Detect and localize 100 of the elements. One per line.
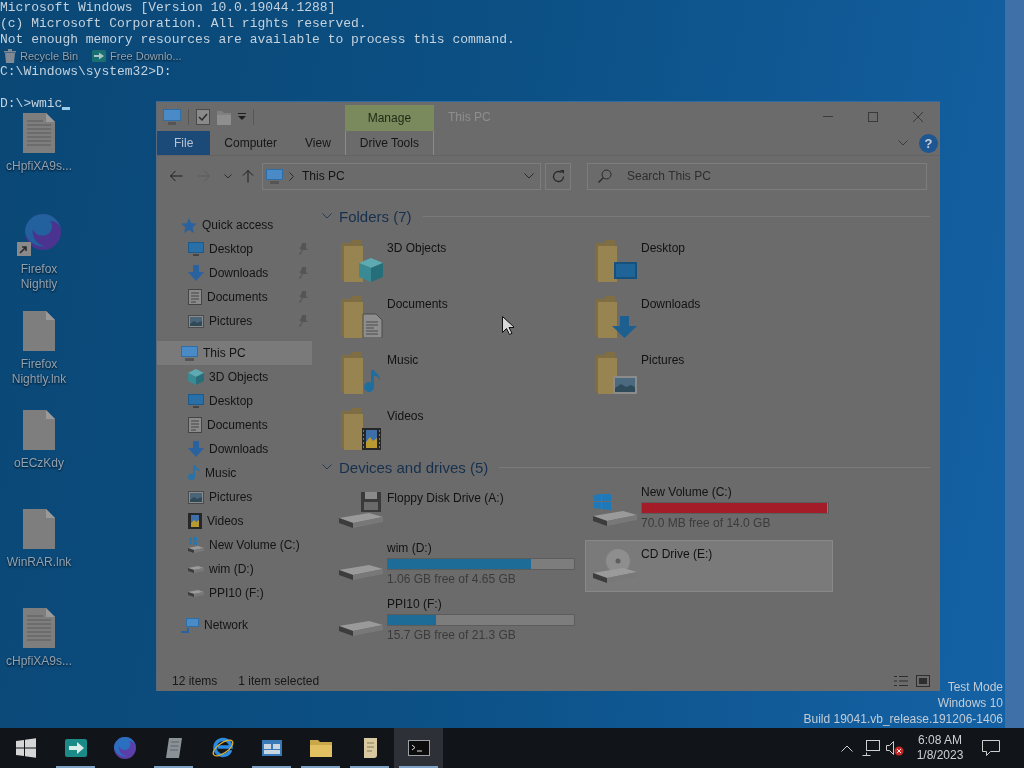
taskbar-button[interactable] xyxy=(394,728,443,768)
breadcrumb-button[interactable]: This PC xyxy=(300,169,347,183)
desktop-icon-label[interactable]: Firefox Nightly xyxy=(1,262,77,292)
nav-item[interactable]: Documents xyxy=(157,285,312,309)
search-icon xyxy=(598,168,612,183)
monitor-icon xyxy=(188,242,204,256)
nav-item[interactable]: Quick access xyxy=(157,213,312,237)
drive-icon xyxy=(339,564,383,580)
document-icon xyxy=(188,289,202,305)
caret-down-icon[interactable] xyxy=(524,173,534,179)
nav-item[interactable]: Videos xyxy=(157,509,312,533)
nav-item[interactable]: This PC xyxy=(157,341,312,365)
console-text: Microsoft Windows [Version 10.0.19044.1288] xyxy=(0,0,336,16)
clock-button[interactable]: 6:08 AM 1/8/2023 xyxy=(907,728,973,768)
mouse-pointer-icon xyxy=(502,316,514,335)
desktop-icon-label[interactable]: oECzKdy xyxy=(1,456,77,471)
maximize-icon xyxy=(867,111,878,122)
monitor-icon xyxy=(188,394,204,408)
nav-item[interactable]: PPI10 (F:) xyxy=(157,581,312,605)
folder-down-arrow-icon xyxy=(595,294,637,338)
blank-file-icon xyxy=(23,509,55,549)
refresh-icon xyxy=(551,169,565,183)
refresh-button[interactable] xyxy=(545,162,571,190)
drive-item[interactable]: CD Drive (E:) xyxy=(585,540,833,592)
nav-item[interactable]: Documents xyxy=(157,413,312,437)
details-view-icon xyxy=(894,674,908,687)
nav-item[interactable]: wim (D:) xyxy=(157,557,312,581)
network-icon xyxy=(862,740,880,756)
folder-item[interactable]: Downloads xyxy=(585,289,833,345)
context-tab-header: Manage xyxy=(344,105,434,131)
search-field[interactable]: Search This PC xyxy=(587,162,927,190)
desktop-icon-label[interactable]: Free Downlo... xyxy=(110,49,182,63)
desktop-icon-label[interactable]: cHpfiXA9s... xyxy=(1,654,77,669)
blank-file-icon xyxy=(23,410,55,450)
recycle-bin-icon xyxy=(4,49,16,63)
caret-down-icon[interactable] xyxy=(238,113,246,120)
group-header[interactable]: Folders (7) xyxy=(322,206,930,226)
computer-icon[interactable] xyxy=(163,108,181,125)
network-icon xyxy=(181,617,199,633)
folder-item[interactable]: Music xyxy=(331,345,579,401)
console-text: D:\>wmic xyxy=(0,96,63,112)
swirl-globe-shortcut-icon xyxy=(17,212,61,256)
folder-item[interactable]: Videos xyxy=(331,401,579,457)
swirl-globe-icon xyxy=(112,736,137,760)
address-bar[interactable]: This PC xyxy=(262,162,541,190)
blank-file-icon xyxy=(23,311,55,351)
nav-item[interactable]: Pictures xyxy=(157,309,312,333)
folder-film-icon xyxy=(341,406,383,450)
group-header[interactable]: Devices and drives (5) xyxy=(322,457,930,477)
minimize-icon xyxy=(822,116,833,117)
folder-document-icon xyxy=(341,294,383,338)
folder-picture-icon xyxy=(595,350,637,394)
nav-item[interactable]: Network xyxy=(157,613,312,637)
folder-item[interactable]: Documents xyxy=(331,289,579,345)
file-tab[interactable]: File xyxy=(157,131,211,155)
desktop-icon-label[interactable]: Firefox Nightly.lnk xyxy=(1,357,77,387)
nav-item[interactable]: New Volume (C:) xyxy=(157,533,312,557)
desktop-icon-label[interactable]: cHpfiXA9s... xyxy=(1,159,77,174)
desktop-icon-label[interactable]: WinRAR.lnk xyxy=(1,555,77,570)
scrollbar[interactable] xyxy=(1005,0,1024,728)
text-file-icon xyxy=(23,113,55,153)
film-icon xyxy=(188,513,202,529)
text-cursor-icon xyxy=(62,107,71,110)
folder-cube-icon xyxy=(341,238,383,282)
picture-icon xyxy=(188,314,204,328)
chevron-right-icon xyxy=(289,171,294,181)
folder-item[interactable]: Pictures xyxy=(585,345,833,401)
build-info-text: Test Mode xyxy=(947,679,1003,695)
music-note-icon xyxy=(188,465,200,481)
chevron-up-icon xyxy=(841,744,853,752)
drive-item[interactable]: Floppy Disk Drive (A:) xyxy=(331,484,579,536)
computer-icon xyxy=(266,168,283,184)
nav-item[interactable]: Desktop xyxy=(157,237,312,261)
folder-item[interactable]: Desktop xyxy=(585,233,833,289)
nav-item[interactable]: 3D Objects xyxy=(157,365,312,389)
nav-item[interactable]: Music xyxy=(157,461,312,485)
windows-logo-icon xyxy=(15,738,36,758)
back-arrow-icon xyxy=(169,170,183,182)
document-icon xyxy=(188,417,202,433)
text-file-icon xyxy=(23,608,55,648)
nav-item[interactable]: Pictures xyxy=(157,485,312,509)
folder-item[interactable]: 3D Objects xyxy=(331,233,579,289)
desktop-icon-label[interactable]: Recycle Bin xyxy=(20,49,79,63)
drive-icon xyxy=(188,589,204,597)
drive-icon xyxy=(188,565,204,573)
down-arrow-icon xyxy=(188,265,204,281)
ribbon-tab[interactable]: Computer xyxy=(210,131,292,155)
arrow-tile-icon xyxy=(92,50,107,62)
ribbon-tab[interactable]: View xyxy=(291,131,345,155)
close-icon xyxy=(912,111,923,122)
floppy-drive-icon xyxy=(339,492,383,528)
up-arrow-icon xyxy=(242,169,254,183)
page-check-icon[interactable] xyxy=(196,108,210,125)
message-icon xyxy=(982,740,1000,756)
nav-item[interactable]: Downloads xyxy=(157,261,312,285)
nav-item[interactable]: Desktop xyxy=(157,389,312,413)
build-info-text: Build 19041.vb_release.191206-1406 xyxy=(803,711,1003,727)
help-button[interactable]: ? xyxy=(919,133,938,153)
nav-item[interactable]: Downloads xyxy=(157,437,312,461)
console-text: (c) Microsoft Corporation. All rights reserved. xyxy=(0,16,367,32)
